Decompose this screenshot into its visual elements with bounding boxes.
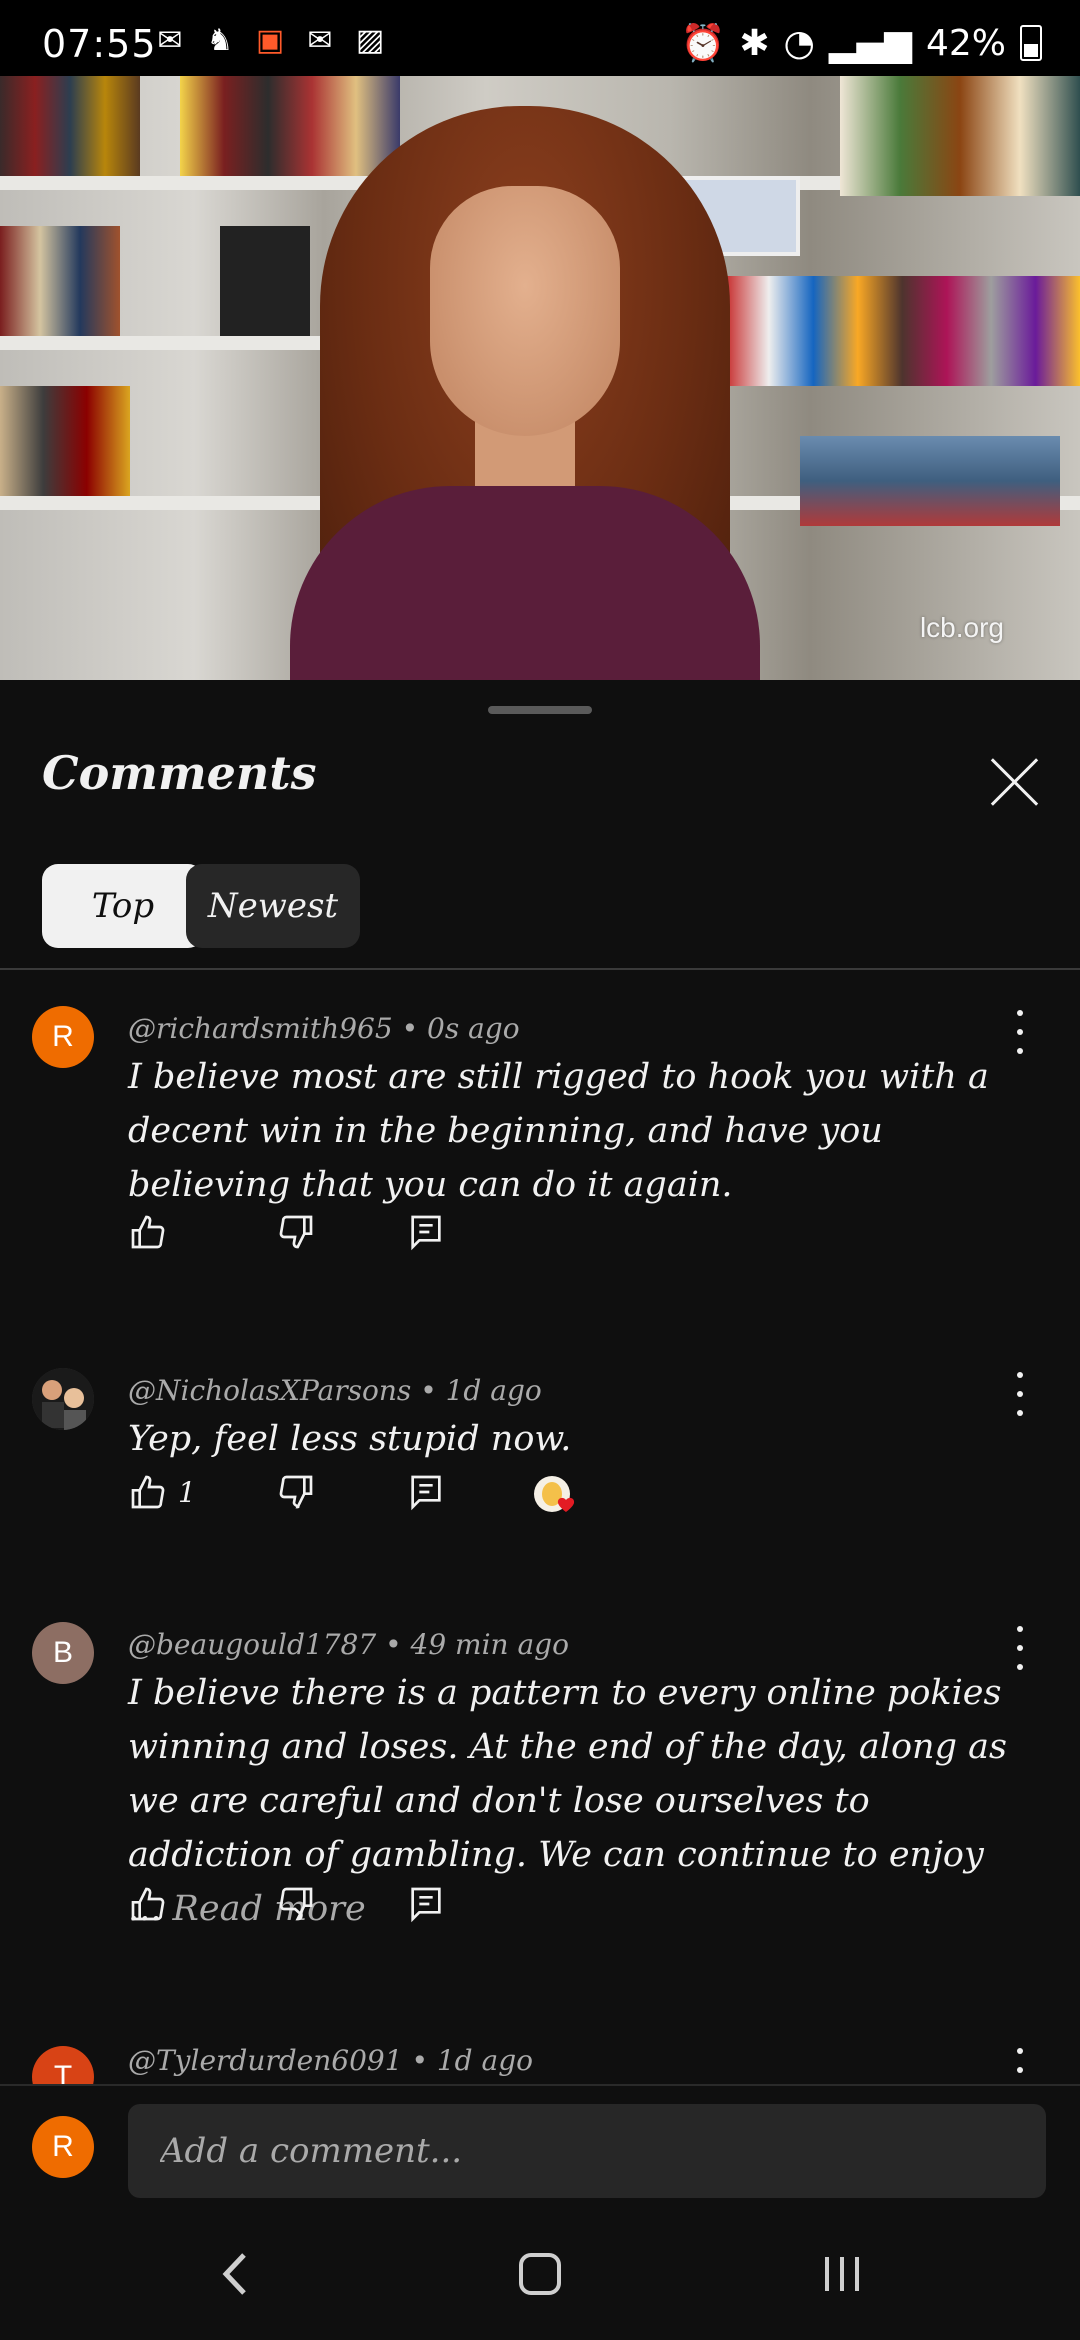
comment-more-icon[interactable] <box>1012 1626 1028 1670</box>
bluetooth-icon: ✱ <box>739 22 770 64</box>
comment-meta: @Tylerdurden6091 • 1d ago <box>128 2044 533 2077</box>
thumbs-down-icon <box>279 1887 313 1921</box>
battery-icon <box>1020 25 1042 61</box>
video-presenter <box>290 106 760 680</box>
sheet-title: Comments <box>42 746 317 800</box>
gmail-icon: ✉ <box>157 22 183 58</box>
thumbs-down-icon <box>279 1475 313 1509</box>
close-button[interactable] <box>986 754 1042 810</box>
comment-time: 1d ago <box>445 1374 542 1407</box>
recents-button[interactable] <box>812 2244 872 2304</box>
comment-meta: @beaugould1787 • 49 min ago <box>128 1628 569 1661</box>
filter-chip-newest[interactable]: Newest <box>186 864 360 948</box>
avatar[interactable]: R <box>32 1006 94 1068</box>
back-button[interactable] <box>206 2244 266 2304</box>
comment-text: I believe most are still rigged to hook … <box>128 1057 989 1205</box>
comment-meta: @NicholasXParsons • 1d ago <box>128 1374 542 1407</box>
thumbs-up-icon <box>131 1215 165 1249</box>
comment-more-icon[interactable] <box>1012 1010 1028 1054</box>
filter-chip-top[interactable]: Top <box>42 864 204 948</box>
status-bar: 07:55 ✉ ♞ ▣ ✉ ▨ ⏰ ✱ ◔ ▂▄▆ 42% <box>0 0 1080 76</box>
thumbs-down-icon <box>279 1215 313 1249</box>
gallery-icon: ▨ <box>355 22 385 58</box>
comment-time: 1d ago <box>436 2044 533 2077</box>
like-count: 1 <box>178 1475 196 1509</box>
avatar[interactable] <box>32 1368 94 1430</box>
system-icons: ⏰ ✱ ◔ ▂▄▆ 42% <box>680 22 1042 64</box>
add-comment-bar: R <box>0 2084 1080 2206</box>
status-time: 07:55 <box>42 22 157 66</box>
comment-meta: @richardsmith965 • 0s ago <box>128 1012 520 1045</box>
drag-handle[interactable] <box>488 706 592 714</box>
reply-icon <box>411 1215 441 1251</box>
alarm-icon: ⏰ <box>680 23 726 64</box>
recents-icon <box>825 2257 859 2291</box>
divider <box>0 968 1080 970</box>
avatar: R <box>32 2116 94 2178</box>
reply-icon <box>411 1475 441 1511</box>
comment-actions <box>128 1212 828 1262</box>
like-button[interactable] <box>128 1212 168 1252</box>
battery-percent: 42% <box>925 22 1006 64</box>
avatar[interactable]: B <box>32 1622 94 1684</box>
reply-button[interactable] <box>406 1212 446 1252</box>
home-button[interactable] <box>510 2244 570 2304</box>
notification-icons: ✉ ♞ ▣ ✉ ▨ <box>152 22 388 58</box>
meta-separator: • <box>411 2044 437 2077</box>
comment-item: T @Tylerdurden6091 • 1d ago <box>0 2038 1080 2084</box>
avatar[interactable]: T <box>32 2046 94 2084</box>
meta-separator: • <box>401 1012 427 1045</box>
reply-icon <box>411 1887 441 1923</box>
reply-button[interactable] <box>406 1884 446 1924</box>
back-icon <box>222 2253 246 2295</box>
comment-author[interactable]: @beaugould1787 <box>128 1628 376 1661</box>
dislike-button[interactable] <box>276 1884 316 1924</box>
signal-icon: ▂▄▆ <box>828 22 912 64</box>
comment-actions <box>128 1884 828 1934</box>
comment-author[interactable]: @Tylerdurden6091 <box>128 2044 403 2077</box>
meta-separator: • <box>385 1628 411 1661</box>
dislike-button[interactable] <box>276 1472 316 1512</box>
comment-time: 0s ago <box>427 1012 520 1045</box>
dislike-button[interactable] <box>276 1212 316 1252</box>
comment-author[interactable]: @NicholasXParsons <box>128 1374 411 1407</box>
meta-separator: • <box>420 1374 446 1407</box>
wifi-icon: ◔ <box>783 22 815 64</box>
video-watermark: lcb.org <box>919 612 1004 643</box>
thumbs-up-icon <box>131 1475 165 1509</box>
comment-actions: 1 <box>128 1472 828 1522</box>
comment-time: 49 min ago <box>410 1628 569 1661</box>
add-comment-input[interactable] <box>128 2104 1046 2198</box>
avatar-photo-icon <box>32 1368 94 1430</box>
comment-more-icon[interactable] <box>1012 1372 1028 1416</box>
comment-author[interactable]: @richardsmith965 <box>128 1012 393 1045</box>
video-player[interactable]: lcb.org <box>0 76 1080 680</box>
home-icon <box>519 2253 561 2295</box>
thumbs-up-icon <box>131 1887 165 1921</box>
comment-text: Yep, feel less stupid now. <box>128 1419 572 1459</box>
system-navigation-bar <box>0 2204 1080 2340</box>
comment-more-icon[interactable] <box>1012 2048 1028 2084</box>
gmail-icon: ✉ <box>307 22 333 58</box>
reply-button[interactable] <box>406 1472 446 1512</box>
like-button[interactable] <box>128 1884 168 1924</box>
app-icon: ♞ <box>206 22 234 58</box>
flipboard-icon: ▣ <box>255 22 285 58</box>
creator-heart-icon <box>534 1476 575 1512</box>
like-button[interactable]: 1 <box>128 1472 196 1512</box>
